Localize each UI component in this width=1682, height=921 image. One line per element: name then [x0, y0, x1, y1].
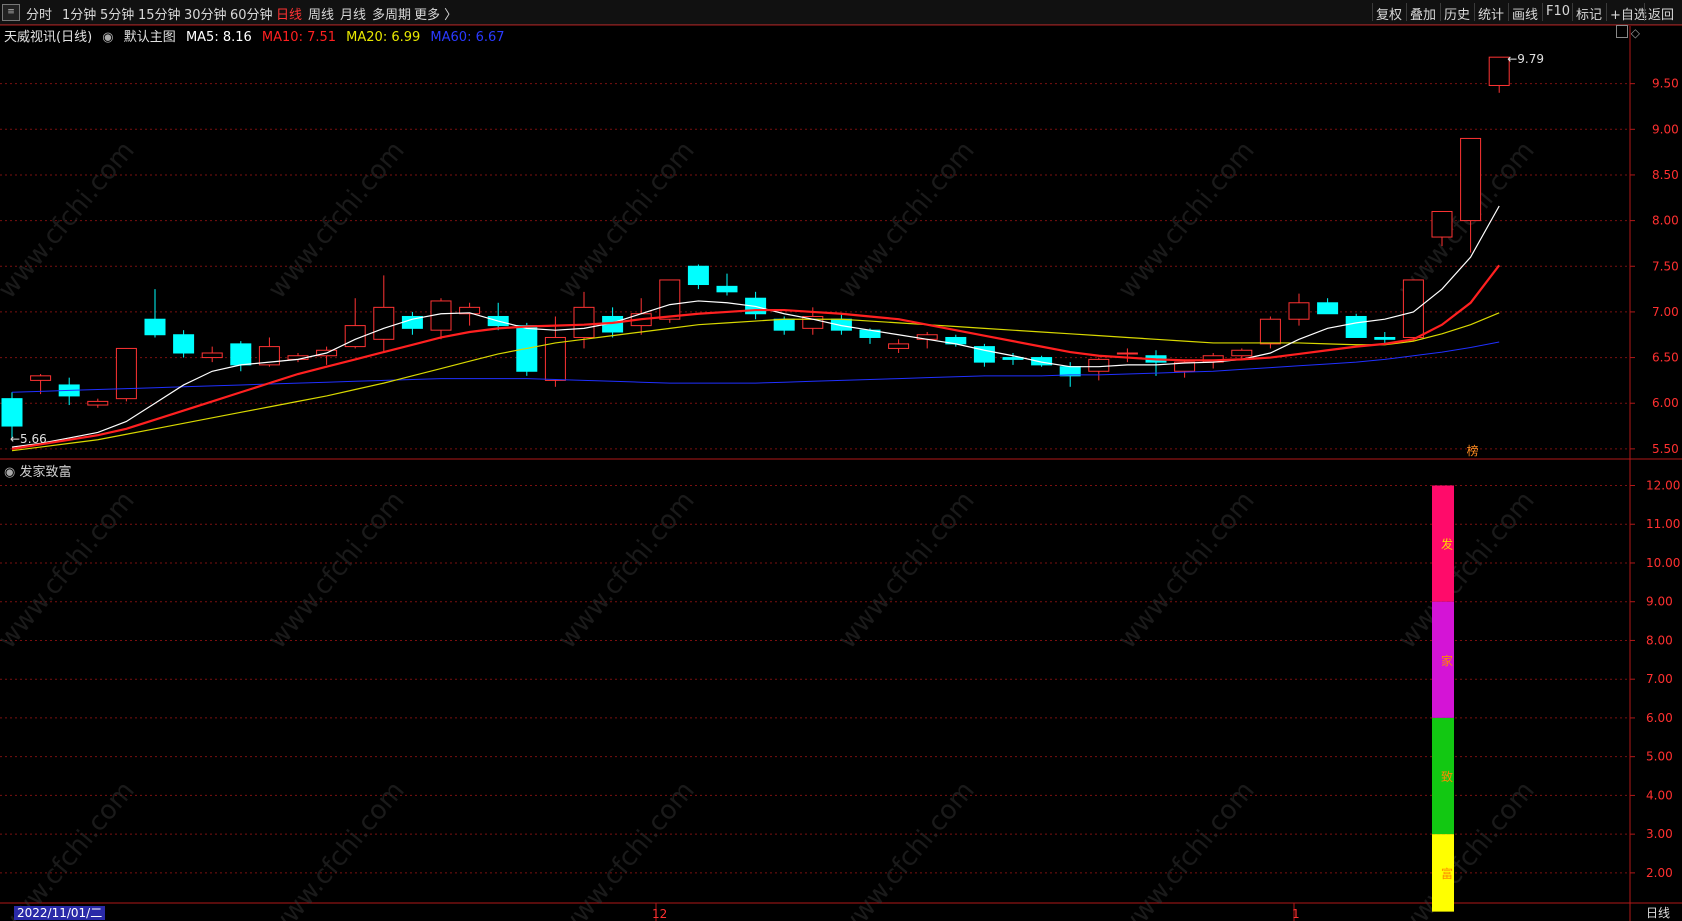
candle-body-down — [173, 334, 195, 354]
watermark-text: www.cfchi.com — [832, 776, 980, 921]
candle-body-up — [573, 306, 595, 338]
indicator-tick-label: 3.00 — [1646, 827, 1673, 841]
candle-body-down — [144, 318, 166, 336]
watermark-text: www.cfchi.com — [262, 776, 410, 921]
cursor-date: 2022/11/01/二 — [14, 906, 106, 920]
watermark-text: www.cfchi.com — [262, 136, 410, 305]
indicator-tick-label: 6.00 — [1646, 711, 1673, 725]
watermark-text: www.cfchi.com — [552, 486, 700, 655]
indicator-tick-label: 10.00 — [1646, 556, 1680, 570]
candle-body-up — [1402, 279, 1424, 338]
watermark-text: www.cfchi.com — [1112, 486, 1260, 655]
diamond-icon[interactable]: ◇ — [1631, 26, 1640, 40]
price-tick-label: 7.00 — [1652, 305, 1679, 319]
candle-body-up — [1116, 352, 1138, 355]
watermark-text: www.cfchi.com — [1112, 776, 1260, 921]
candle-body-up — [659, 279, 681, 320]
indicator-tick-label: 2.00 — [1646, 866, 1673, 880]
price-tick-label: 6.50 — [1652, 351, 1679, 365]
candle-body-down — [687, 265, 709, 286]
indicator-name: 发家致富 — [19, 465, 72, 480]
ma20-label: MA20: 6.99 — [346, 30, 421, 45]
candle-body-down — [230, 343, 252, 366]
candle-body-up — [30, 375, 52, 381]
watermark-text: www.cfchi.com — [1392, 776, 1540, 921]
chart-legend: 天威视讯(日线) ◉ 默认主图 MA5: 8.16 MA10: 7.51 MA2… — [4, 26, 511, 45]
watermark-text: www.cfchi.com — [552, 776, 700, 921]
watermark-text: www.cfchi.com — [1112, 136, 1260, 305]
window-icon[interactable] — [1616, 25, 1628, 38]
price-tick-label: 5.50 — [1652, 442, 1679, 456]
indicator-char: 富 — [1441, 866, 1453, 881]
period-indicator[interactable]: 日线 — [1634, 905, 1682, 921]
candle-body-up — [201, 352, 223, 359]
candle-body-up — [1288, 302, 1310, 320]
candle-body-down — [1317, 302, 1339, 315]
ma5-label: MA5: 8.16 — [185, 30, 252, 45]
candle-body-up — [1488, 56, 1510, 86]
watermark-text: www.cfchi.com — [832, 486, 980, 655]
indicator-tick-label: 11.00 — [1646, 517, 1680, 531]
rank-tag: 榜 — [1467, 443, 1479, 458]
indicator-tick-label: 9.00 — [1646, 595, 1673, 609]
watermark-text: www.cfchi.com — [832, 136, 980, 305]
candle-body-up — [1460, 137, 1482, 222]
ma10-label: MA10: 7.51 — [261, 30, 337, 45]
candle-body-down — [1345, 315, 1367, 338]
low-price-mark: ←5.66 — [10, 432, 47, 446]
indicator-char: 发 — [1441, 537, 1453, 552]
candle-body-up — [888, 343, 910, 349]
watermark-text: www.cfchi.com — [1392, 486, 1540, 655]
kline-chart[interactable]: 5.50 6.00 6.50 7.00 7.50 8.00 8.50 9.00 9.50 2.00… — [0, 0, 1682, 921]
ma60-label: MA60: 6.67 — [430, 30, 505, 45]
bottom-axis-bar: 2022/11/01/二 日线 — [0, 905, 1682, 921]
price-tick-label: 9.50 — [1652, 77, 1679, 91]
stock-title: 天威视讯(日线) — [4, 30, 93, 45]
candle-body-down — [716, 285, 738, 293]
watermark-text: www.cfchi.com — [552, 136, 700, 305]
candle-body-up — [87, 400, 109, 406]
price-tick-label: 7.50 — [1652, 259, 1679, 273]
candle-body-up — [1231, 349, 1253, 357]
candle-body-down — [1, 398, 23, 427]
candle-body-up — [1431, 210, 1453, 238]
template-chevron-icon[interactable]: ◉ — [102, 30, 113, 45]
watermark-text: www.cfchi.com — [0, 776, 141, 921]
price-tick-label: 6.00 — [1652, 396, 1679, 410]
candle-body-up — [1259, 318, 1281, 345]
indicator-tick-label: 12.00 — [1646, 478, 1680, 492]
candle-body-down — [830, 318, 852, 331]
high-price-mark: ←9.79 — [1507, 52, 1544, 66]
indicator-title: ◉ 发家致富 — [4, 461, 72, 480]
indicator-char: 致 — [1441, 770, 1453, 784]
candle-body-up — [1088, 358, 1110, 372]
price-tick-label: 9.00 — [1652, 122, 1679, 136]
indicator-tick-label: 5.00 — [1646, 750, 1673, 764]
template-label[interactable]: 默认主图 — [124, 30, 176, 45]
candle-body-up — [115, 347, 137, 400]
indicator-char: 家 — [1441, 653, 1453, 668]
indicator-tick-label: 8.00 — [1646, 633, 1673, 647]
indicator-chevron-icon[interactable]: ◉ — [4, 465, 15, 480]
price-tick-label: 8.50 — [1652, 168, 1679, 182]
watermark-text: www.cfchi.com — [0, 486, 141, 655]
candle-body-down — [773, 318, 795, 331]
price-tick-label: 8.00 — [1652, 214, 1679, 228]
candle-body-down — [1374, 336, 1396, 340]
indicator-tick-label: 7.00 — [1646, 672, 1673, 686]
indicator-tick-label: 4.00 — [1646, 788, 1673, 802]
candle-body-up — [373, 306, 395, 340]
watermark-text: www.cfchi.com — [262, 486, 410, 655]
